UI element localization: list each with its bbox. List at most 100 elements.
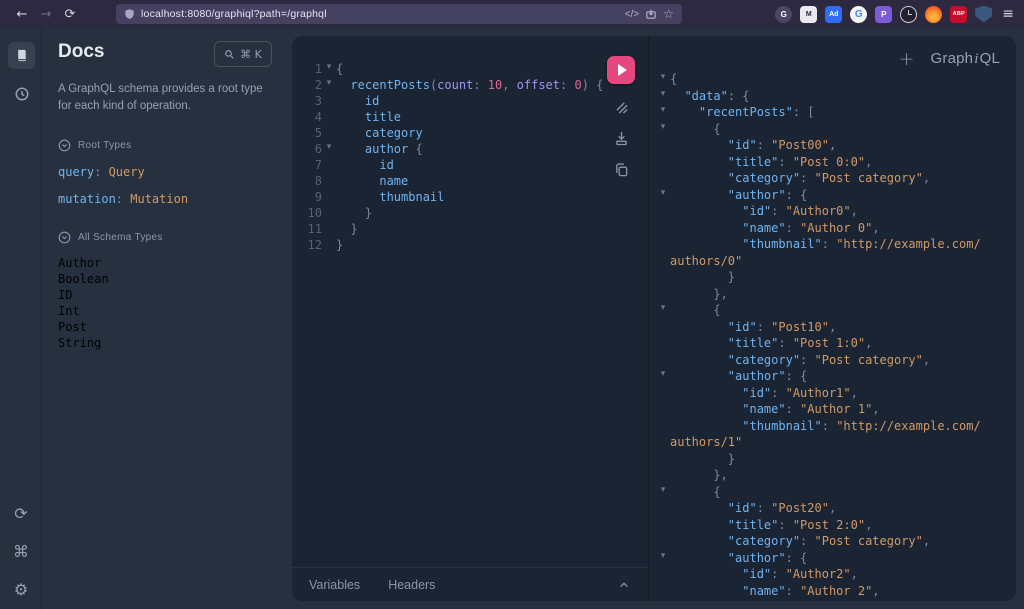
fold-gutter: [322, 222, 336, 238]
code-line: "name": "Author 0",: [656, 221, 1016, 238]
save-page-icon[interactable]: [645, 8, 657, 20]
graphiql-logo: GraphiQL: [931, 50, 1001, 68]
graphiql-app: ⟳ ⌘ ⚙ Docs ⌘ K A GraphQL schema provides…: [0, 28, 1024, 609]
execute-query-button[interactable]: [607, 56, 635, 84]
code-line: "id": "Post10",: [656, 320, 1016, 337]
extension-icon-blue-square[interactable]: Ad: [825, 6, 842, 23]
menu-icon[interactable]: ≡: [1002, 6, 1014, 22]
session-area: 1▾{2▾ recentPosts(count: 10, offset: 0) …: [292, 36, 1016, 601]
tab-headers[interactable]: Headers: [388, 578, 435, 592]
fold-gutter: [656, 287, 670, 304]
root-types-header[interactable]: Root Types: [58, 139, 274, 152]
type-link-String[interactable]: String: [58, 335, 274, 351]
fold-arrow-icon[interactable]: ▾: [656, 551, 670, 568]
code-line: }: [656, 270, 1016, 287]
fold-arrow-icon[interactable]: ▾: [656, 72, 670, 89]
forward-icon[interactable]: →: [34, 7, 58, 22]
line-number: 6: [300, 142, 322, 158]
browser-toolbar: ← → ⟳ localhost:8080/graphiql?path=/grap…: [0, 0, 1024, 28]
fold-arrow-icon[interactable]: ▾: [656, 485, 670, 502]
code-line: ▾ "data": {: [656, 89, 1016, 106]
fold-gutter: [656, 419, 670, 436]
root-type-mutation[interactable]: mutation: Mutation: [58, 192, 274, 206]
type-link-ID[interactable]: ID: [58, 287, 274, 303]
fold-gutter: [656, 534, 670, 551]
fold-arrow-icon[interactable]: ▾: [656, 89, 670, 106]
code-line: "id": "Post00",: [656, 138, 1016, 155]
reload-icon[interactable]: ⟳: [58, 7, 82, 22]
prettify-icon: [614, 100, 629, 115]
fold-gutter: [656, 353, 670, 370]
session-header: + GraphiQL: [899, 48, 1000, 70]
plugin-rail: ⟳ ⌘ ⚙: [0, 28, 42, 609]
code-line: 1▾{: [300, 62, 648, 78]
copy-query-button[interactable]: [614, 162, 629, 177]
all-types-list: AuthorBooleanIDIntPostString: [58, 255, 274, 351]
prettify-button[interactable]: [614, 100, 629, 115]
fold-arrow-icon[interactable]: ▾: [322, 78, 336, 94]
command-icon: ⌘: [13, 542, 29, 561]
merge-fragments-button[interactable]: [614, 131, 629, 146]
bookmark-star-icon[interactable]: ☆: [663, 7, 674, 21]
code-line: "thumbnail": "http://example.com/: [656, 237, 1016, 254]
copy-icon: [614, 162, 629, 177]
fold-arrow-icon[interactable]: ▾: [656, 303, 670, 320]
fold-arrow-icon[interactable]: ▾: [656, 105, 670, 122]
all-types-header[interactable]: All Schema Types: [58, 231, 274, 244]
tab-variables[interactable]: Variables: [309, 578, 360, 592]
merge-icon: [614, 131, 629, 146]
settings-button[interactable]: ⚙: [14, 580, 28, 599]
fold-gutter: [656, 567, 670, 584]
fold-gutter: [656, 138, 670, 155]
line-number: 2: [300, 78, 322, 94]
fold-gutter: [656, 320, 670, 337]
add-tab-button[interactable]: +: [899, 48, 915, 70]
extension-icon-orange-circle[interactable]: [925, 6, 942, 23]
fold-arrow-icon[interactable]: ▾: [322, 142, 336, 158]
code-line: "category": "Post category",: [656, 171, 1016, 188]
code-line: "name": "Author 1",: [656, 402, 1016, 419]
reader-code-icon[interactable]: </>: [625, 9, 639, 20]
docs-plugin-button[interactable]: [8, 42, 35, 69]
back-icon[interactable]: ←: [10, 7, 34, 22]
refetch-schema-button[interactable]: ⟳: [14, 504, 27, 523]
docs-search-button[interactable]: ⌘ K: [214, 41, 272, 67]
history-plugin-button[interactable]: [13, 85, 30, 102]
code-line: "id": "Post20",: [656, 501, 1016, 518]
expand-editor-tools-icon[interactable]: [617, 578, 631, 592]
fold-gutter: [656, 386, 670, 403]
type-link-Author[interactable]: Author: [58, 255, 274, 271]
code-line: 8 name: [300, 174, 648, 190]
root-type-query[interactable]: query: Query: [58, 165, 274, 179]
extension-icon-google[interactable]: G: [850, 6, 867, 23]
extension-icon-purple-square[interactable]: P: [875, 6, 892, 23]
line-number: 7: [300, 158, 322, 174]
code-line: },: [656, 468, 1016, 485]
extension-icon-light-square[interactable]: M: [800, 6, 817, 23]
collapse-circle-icon: [58, 231, 71, 244]
code-line: 4 title: [300, 110, 648, 126]
fold-gutter: [656, 435, 670, 452]
type-link-Post[interactable]: Post: [58, 319, 274, 335]
code-line: "id": "Author0",: [656, 204, 1016, 221]
extension-icon-red-badge[interactable]: ABP: [950, 6, 967, 23]
keyboard-shortcuts-button[interactable]: ⌘: [13, 542, 29, 561]
extension-icon-shield[interactable]: [975, 6, 992, 23]
query-editor[interactable]: 1▾{2▾ recentPosts(count: 10, offset: 0) …: [292, 36, 648, 254]
address-bar[interactable]: localhost:8080/graphiql?path=/graphql </…: [116, 4, 682, 24]
type-link-Boolean[interactable]: Boolean: [58, 271, 274, 287]
tracking-protection-shield-icon[interactable]: [124, 8, 135, 20]
fold-arrow-icon[interactable]: ▾: [322, 62, 336, 78]
extension-icon-clock[interactable]: [900, 6, 917, 23]
fold-arrow-icon[interactable]: ▾: [656, 369, 670, 386]
all-types-label: All Schema Types: [78, 232, 163, 243]
root-types-list: query: Query mutation: Mutation: [58, 165, 274, 206]
fold-arrow-icon[interactable]: ▾: [656, 188, 670, 205]
code-line: 3 id: [300, 94, 648, 110]
extension-icon-dark-circle[interactable]: G: [775, 6, 792, 23]
fold-arrow-icon[interactable]: ▾: [656, 122, 670, 139]
history-clock-icon: [13, 85, 30, 102]
fold-gutter: [322, 238, 336, 254]
type-link-Int[interactable]: Int: [58, 303, 274, 319]
code-line: authors/1": [656, 435, 1016, 452]
